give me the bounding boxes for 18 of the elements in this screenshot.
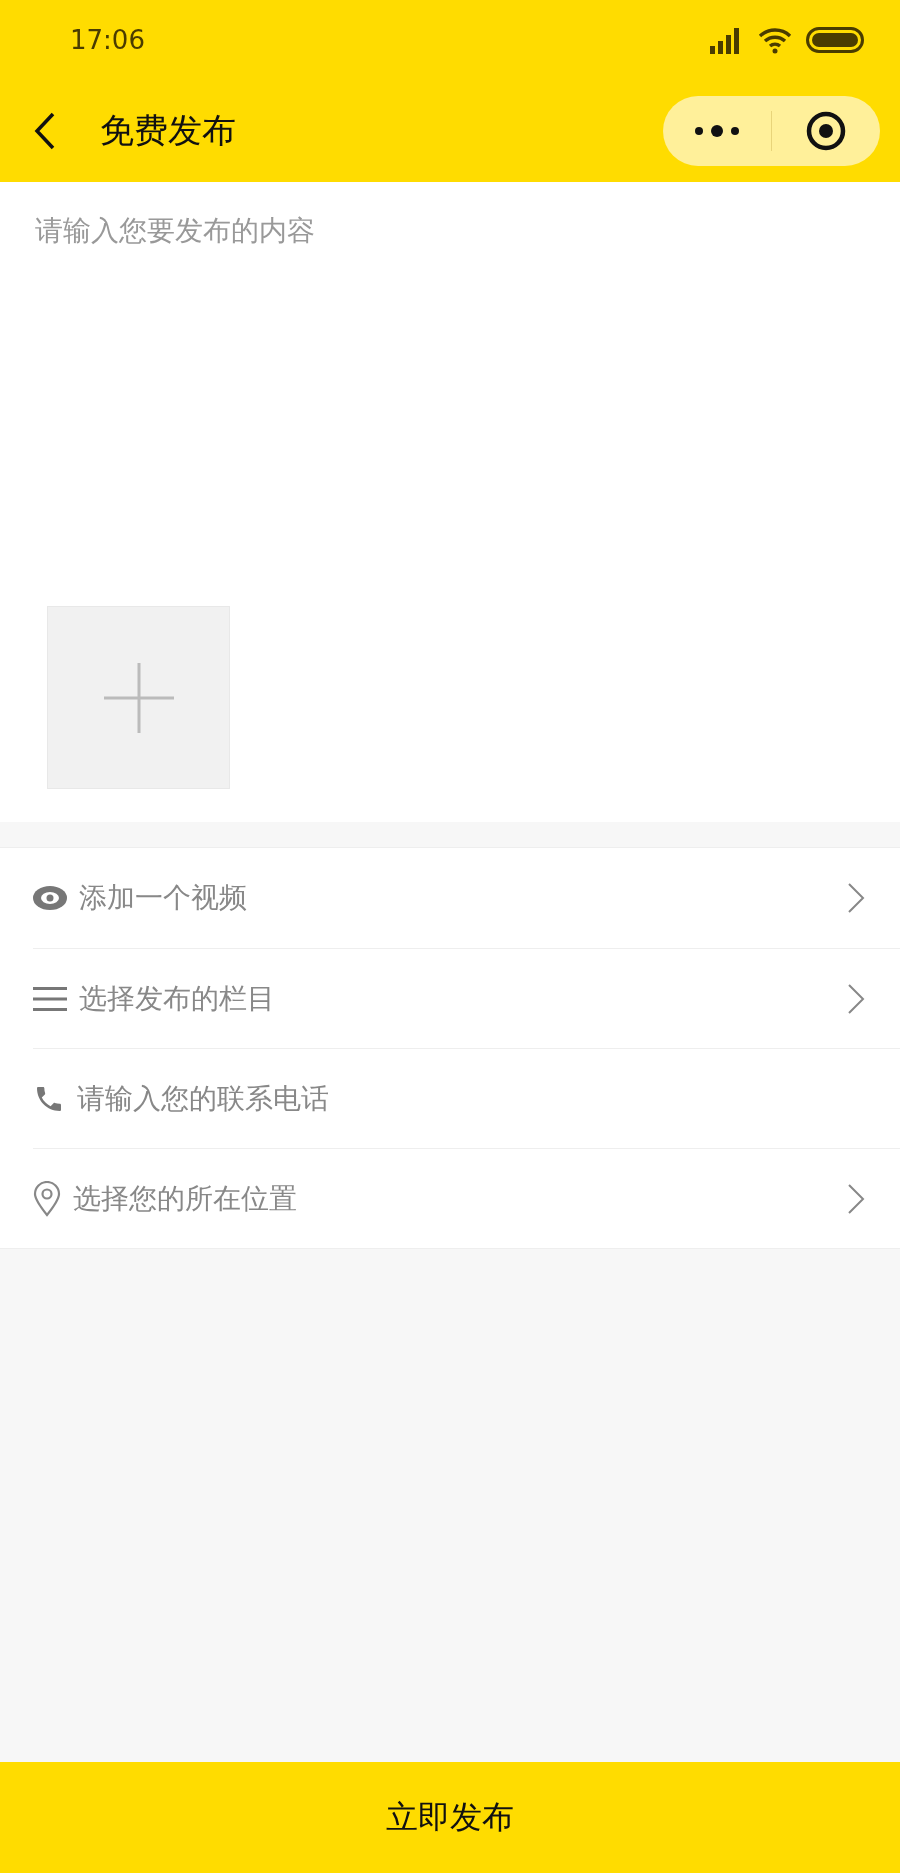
chevron-right-icon	[847, 1182, 865, 1215]
menu-icon	[33, 986, 67, 1011]
location-pin-icon	[33, 1180, 61, 1217]
option-label[interactable]: 添加一个视频	[79, 879, 847, 917]
chevron-right-icon	[847, 982, 865, 1015]
status-time: 17:06	[70, 25, 145, 55]
wifi-icon	[758, 26, 792, 54]
option-label[interactable]: 选择发布的栏目	[79, 979, 847, 1018]
eye-icon	[33, 885, 67, 911]
chevron-right-icon	[847, 882, 865, 914]
target-icon	[805, 110, 847, 152]
page-title: 免费发布	[100, 109, 237, 152]
more-dots-icon	[694, 124, 740, 138]
battery-icon	[806, 27, 864, 53]
publish-button[interactable]: 立即发布	[0, 1762, 900, 1873]
plus-icon	[103, 662, 174, 733]
content-field[interactable]: 请输入您要发布的内容	[35, 212, 865, 272]
option-label[interactable]: 选择您的所在位置	[73, 1179, 847, 1218]
